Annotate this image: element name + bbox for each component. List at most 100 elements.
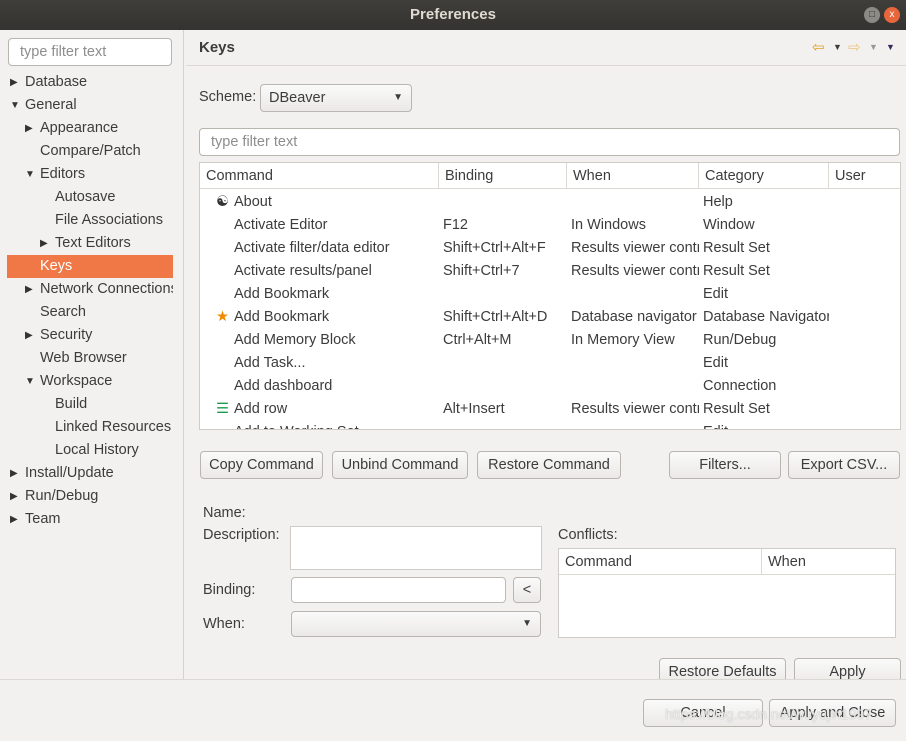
sidebar-item-label: Autosave bbox=[55, 189, 116, 205]
apply-button[interactable]: Apply bbox=[794, 658, 901, 679]
divider bbox=[0, 679, 906, 680]
collapsed-arrow-icon[interactable]: ▶ bbox=[10, 71, 18, 94]
column-header-category[interactable]: Category bbox=[699, 163, 829, 189]
collapsed-arrow-icon[interactable]: ▶ bbox=[10, 485, 18, 508]
sidebar-item-label: Linked Resources bbox=[55, 419, 172, 435]
collapsed-arrow-icon[interactable]: ▶ bbox=[25, 117, 33, 140]
back-arrow-icon[interactable]: ⇦ bbox=[812, 38, 825, 56]
keys-table[interactable]: Command Binding When Category User ☯ About Help… bbox=[199, 162, 901, 430]
unbind-command-button[interactable]: Unbind Command bbox=[332, 451, 468, 479]
forward-menu-icon[interactable]: ▼ bbox=[869, 42, 878, 52]
sidebar-item-workspace[interactable]: ▼ Workspace bbox=[7, 370, 173, 393]
sidebar-item-compare-patch[interactable]: Compare/Patch bbox=[7, 140, 173, 163]
collapsed-arrow-icon[interactable]: ▶ bbox=[10, 462, 18, 485]
cell-binding: Alt+Insert bbox=[443, 401, 505, 417]
column-header-binding[interactable]: Binding bbox=[439, 163, 567, 189]
sidebar-item-database[interactable]: ▶ Database bbox=[7, 71, 173, 94]
sidebar-item-autosave[interactable]: Autosave bbox=[7, 186, 173, 209]
scheme-select[interactable]: DBeaver ▼ bbox=[260, 84, 412, 112]
filters-button[interactable]: Filters... bbox=[669, 451, 781, 479]
export-csv-button[interactable]: Export CSV... bbox=[788, 451, 900, 479]
column-header-command[interactable]: Command bbox=[200, 163, 439, 189]
table-row[interactable]: Add dashboard Connection bbox=[200, 375, 900, 398]
expanded-arrow-icon[interactable]: ▼ bbox=[10, 94, 20, 117]
collapsed-arrow-icon[interactable]: ▶ bbox=[10, 508, 18, 531]
cell-category: Window bbox=[703, 217, 755, 233]
conflicts-label: Conflicts: bbox=[558, 527, 618, 543]
expanded-arrow-icon[interactable]: ▼ bbox=[25, 370, 35, 393]
cell-binding: Shift+Ctrl+Alt+F bbox=[443, 240, 546, 256]
collapsed-arrow-icon[interactable]: ▶ bbox=[40, 232, 48, 255]
sidebar-filter-input[interactable]: type filter text bbox=[8, 38, 172, 66]
sidebar-item-network-connections[interactable]: ▶ Network Connections bbox=[7, 278, 173, 301]
restore-defaults-button[interactable]: Restore Defaults bbox=[659, 658, 786, 679]
sidebar-item-file-associations[interactable]: File Associations bbox=[7, 209, 173, 232]
collapsed-arrow-icon[interactable]: ▶ bbox=[25, 278, 33, 301]
chevron-down-icon: ▼ bbox=[393, 92, 403, 103]
table-row[interactable]: Activate results/panel Shift+Ctrl+7 Result… bbox=[200, 260, 900, 283]
sidebar-item-web-browser[interactable]: Web Browser bbox=[7, 347, 173, 370]
cell-binding: Ctrl+Alt+M bbox=[443, 332, 512, 348]
sidebar-item-team[interactable]: ▶ Team bbox=[7, 508, 173, 531]
binding-input[interactable] bbox=[291, 577, 506, 603]
sidebar-item-label: Security bbox=[40, 327, 93, 343]
cell-user bbox=[833, 352, 900, 375]
cell-user bbox=[833, 191, 900, 214]
table-row[interactable]: ☯ About Help bbox=[200, 191, 900, 214]
sidebar-item-editors[interactable]: ▼ Editors bbox=[7, 163, 173, 186]
sidebar-item-keys[interactable]: Keys bbox=[7, 255, 173, 278]
cell-category: Edit bbox=[703, 286, 728, 302]
column-header[interactable]: Command bbox=[559, 549, 762, 575]
table-row[interactable]: ★ Add Bookmark Shift+Ctrl+Alt+D Database na… bbox=[200, 306, 900, 329]
sidebar-item-build[interactable]: Build bbox=[7, 393, 173, 416]
close-icon[interactable]: x bbox=[884, 7, 900, 23]
sidebar-item-label: Local History bbox=[55, 442, 139, 458]
sidebar-item-run-debug[interactable]: ▶ Run/Debug bbox=[7, 485, 173, 508]
forward-arrow-icon[interactable]: ⇨ bbox=[848, 38, 861, 56]
table-row[interactable]: ☰ Add row Alt+Insert Results viewer control… bbox=[200, 398, 900, 421]
cell-when bbox=[571, 421, 699, 429]
table-row[interactable]: Activate filter/data editor Shift+Ctrl+Al… bbox=[200, 237, 900, 260]
table-row[interactable]: Add to Working Set Edit bbox=[200, 421, 900, 429]
column-header-when[interactable]: When bbox=[567, 163, 699, 189]
sidebar-item-label: Text Editors bbox=[55, 235, 131, 251]
restore-icon[interactable]: □ bbox=[864, 7, 880, 23]
collapsed-arrow-icon[interactable]: ▶ bbox=[25, 324, 33, 347]
when-select[interactable]: ▼ bbox=[291, 611, 541, 637]
cell-binding bbox=[443, 375, 567, 398]
sidebar-item-local-history[interactable]: Local History bbox=[7, 439, 173, 462]
description-field[interactable] bbox=[290, 526, 542, 570]
table-row[interactable]: Add Bookmark Edit bbox=[200, 283, 900, 306]
sidebar-item-general[interactable]: ▼ General bbox=[7, 94, 173, 117]
cell-command: Add row bbox=[234, 401, 288, 417]
sidebar-item-security[interactable]: ▶ Security bbox=[7, 324, 173, 347]
scheme-value: DBeaver bbox=[269, 90, 326, 106]
chevron-left-icon[interactable]: < bbox=[513, 577, 541, 603]
back-menu-icon[interactable]: ▼ bbox=[833, 42, 842, 52]
cell-when: In Memory View bbox=[571, 332, 675, 348]
copy-command-button[interactable]: Copy Command bbox=[200, 451, 323, 479]
cell-binding bbox=[443, 283, 567, 306]
sidebar-item-linked-resources[interactable]: Linked Resources bbox=[7, 416, 173, 439]
name-label: Name: bbox=[203, 505, 246, 521]
table-row[interactable]: Add Task... Edit bbox=[200, 352, 900, 375]
sidebar-item-text-editors[interactable]: ▶ Text Editors bbox=[7, 232, 173, 255]
sidebar-item-label: Install/Update bbox=[25, 465, 114, 481]
sidebar-item-search[interactable]: Search bbox=[7, 301, 173, 324]
sidebar-item-appearance[interactable]: ▶ Appearance bbox=[7, 117, 173, 140]
restore-command-button[interactable]: Restore Command bbox=[477, 451, 621, 479]
divider bbox=[186, 65, 906, 66]
column-header[interactable]: When bbox=[762, 549, 895, 575]
star-icon: ★ bbox=[216, 309, 229, 325]
view-menu-icon[interactable]: ▼ bbox=[886, 42, 895, 52]
expanded-arrow-icon[interactable]: ▼ bbox=[25, 163, 35, 186]
conflicts-table[interactable]: Command When bbox=[558, 548, 896, 638]
column-header-user[interactable]: User bbox=[829, 163, 900, 189]
keys-filter-input[interactable]: type filter text bbox=[199, 128, 900, 156]
sidebar-item-install-update[interactable]: ▶ Install/Update bbox=[7, 462, 173, 485]
table-row[interactable]: Add Memory Block Ctrl+Alt+M In Memory View… bbox=[200, 329, 900, 352]
cell-user bbox=[833, 421, 900, 429]
table-row[interactable]: Activate Editor F12 In Windows Window bbox=[200, 214, 900, 237]
cell-when bbox=[571, 191, 699, 214]
sidebar-item-label: File Associations bbox=[55, 212, 163, 228]
